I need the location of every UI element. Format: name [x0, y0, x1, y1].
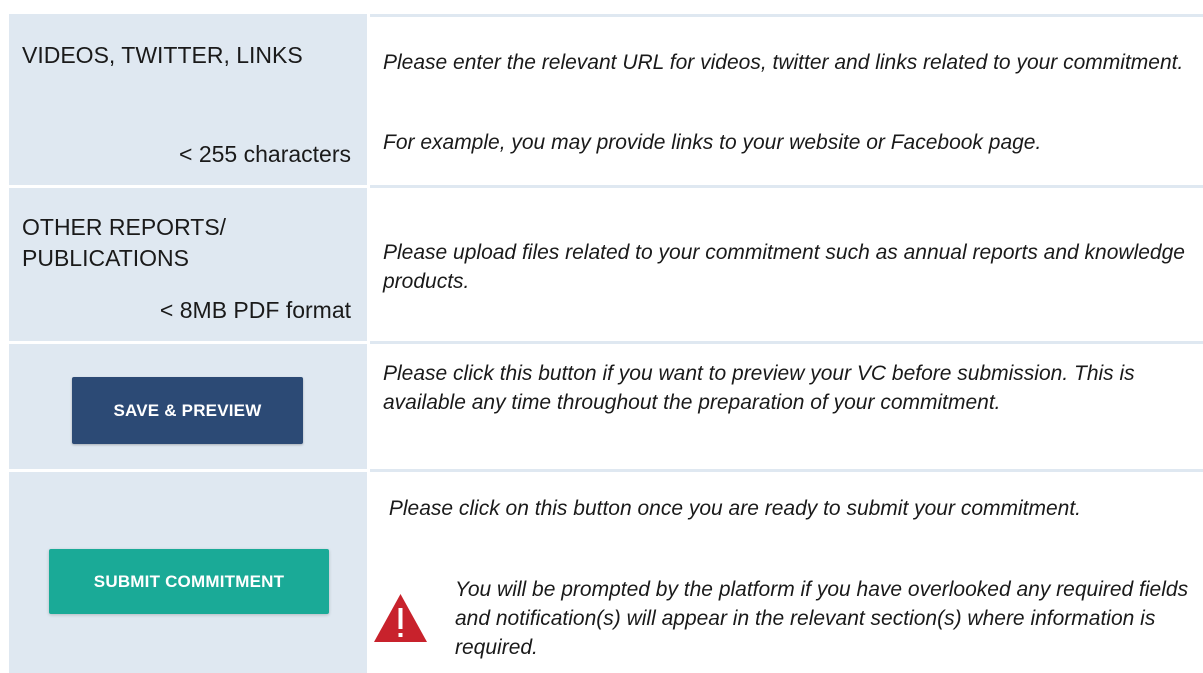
videos-links-label: VIDEOS, TWITTER, LINKS	[22, 42, 303, 68]
videos-links-limit: < 255 characters	[179, 141, 351, 167]
vc-instructions-page: VIDEOS, TWITTER, LINKS < 255 characters …	[0, 0, 1203, 673]
row-divider	[370, 341, 1203, 344]
submit-commitment-button[interactable]: SUBMIT COMMITMENT	[49, 549, 329, 614]
row-divider	[370, 469, 1203, 472]
submit-warning-note: You will be prompted by the platform if …	[455, 578, 1189, 659]
other-reports-description: Please upload files related to your comm…	[383, 241, 1185, 293]
warning-triangle-icon	[374, 594, 427, 642]
videos-links-example: For example, you may provide links to yo…	[383, 131, 1042, 154]
other-reports-label: OTHER REPORTS/ PUBLICATIONS	[22, 214, 227, 271]
submit-description: Please click on this button once you are…	[383, 497, 1082, 520]
videos-links-description: Please enter the relevant URL for videos…	[383, 51, 1184, 74]
top-divider	[370, 14, 1203, 17]
row-divider	[370, 185, 1203, 188]
save-preview-button[interactable]: SAVE & PREVIEW	[72, 377, 303, 444]
other-reports-limit: < 8MB PDF format	[159, 297, 351, 323]
save-preview-description: Please click this button if you want to …	[383, 362, 1135, 414]
